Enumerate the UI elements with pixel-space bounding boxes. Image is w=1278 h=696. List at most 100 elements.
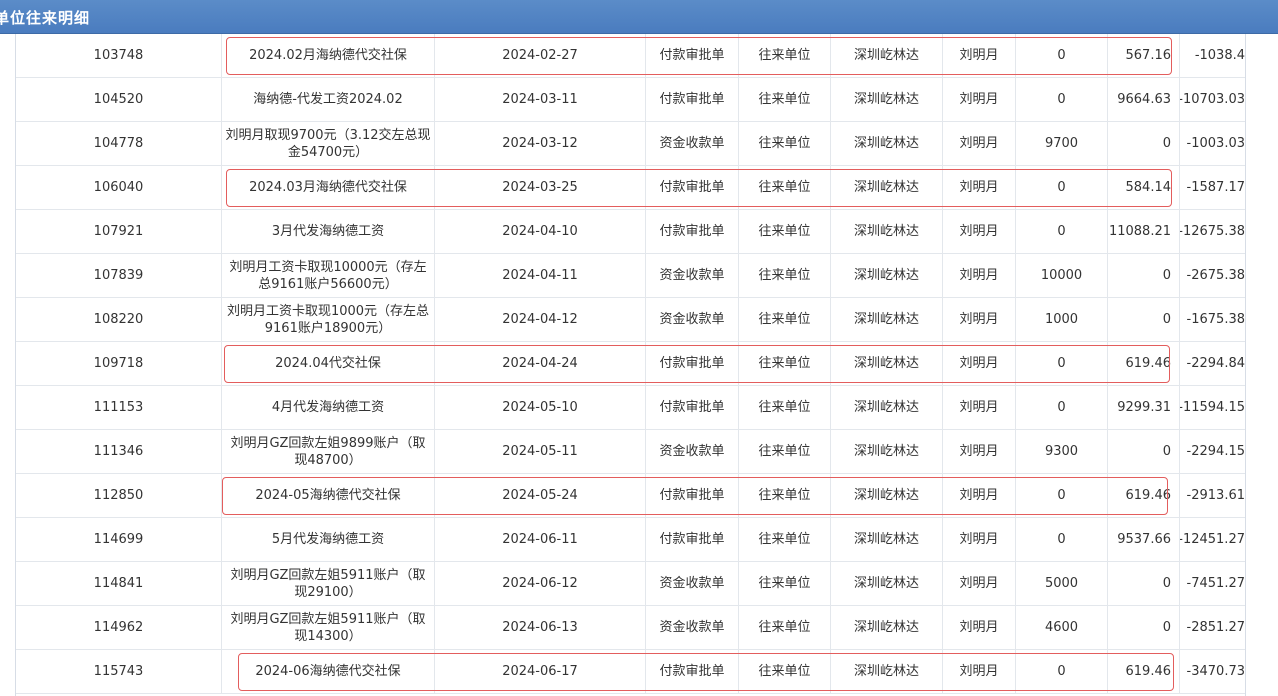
voucher-type-cell: 资金收款单: [646, 254, 739, 297]
voucher-type-cell: 资金收款单: [646, 298, 739, 341]
income-cell: 0: [1016, 78, 1108, 121]
category-cell: 往来单位: [739, 254, 831, 297]
date-cell: 2024-05-10: [435, 386, 646, 429]
category-cell: 往来单位: [739, 562, 831, 605]
table-row[interactable]: 108220 刘明月工资卡取现1000元（存左总9161账户18900元） 2024…: [16, 298, 1245, 342]
table-row[interactable]: 114841 刘明月GZ回款左姐5911账户（取现29100） 2024-06-12…: [16, 562, 1245, 606]
balance-cell: -10703.03: [1180, 92, 1245, 107]
category-cell: 往来单位: [739, 430, 831, 473]
person-cell: 刘明月: [943, 562, 1016, 605]
person-cell: 刘明月: [943, 430, 1016, 473]
description-cell: 刘明月GZ回款左姐5911账户（取现14300）: [222, 606, 435, 649]
description-cell: 刘明月工资卡取现10000元（存左总9161账户56600元）: [222, 254, 435, 297]
date-cell: 2024-06-13: [435, 606, 646, 649]
table-row[interactable]: 111346 刘明月GZ回款左姐9899账户（取现48700） 2024-05-11…: [16, 430, 1245, 474]
expense-cell: 0: [1108, 122, 1180, 165]
table-row[interactable]: 107921 3月代发海纳德工资 2024-04-10 付款审批单 往来单位 深圳屹林达刘…: [16, 210, 1245, 254]
person-cell: 刘明月: [943, 386, 1016, 429]
highlight-box: [238, 653, 1174, 691]
date-cell: 2024-04-11: [435, 254, 646, 297]
voucher-type-cell: 付款审批单: [646, 386, 739, 429]
highlight-box: [226, 169, 1172, 207]
expense-cell: 0: [1108, 430, 1180, 473]
balance-cell: -1675.38: [1186, 312, 1245, 327]
expense-cell: 0: [1108, 254, 1180, 297]
id-cell: 103748: [16, 34, 222, 77]
table-row[interactable]: 114699 5月代发海纳德工资 2024-06-11 付款审批单 往来单位 深圳屹林达刘…: [16, 518, 1245, 562]
id-cell: 107839: [16, 254, 222, 297]
table-row[interactable]: 104520 海纳德-代发工资2024.02 2024-03-11 付款审批单 往来单位…: [16, 78, 1245, 122]
description-cell: 刘明月取现9700元（3.12交左总现金54700元）: [222, 122, 435, 165]
highlight-box: [224, 345, 1170, 383]
description-cell: 刘明月工资卡取现1000元（存左总9161账户18900元）: [222, 298, 435, 341]
table-right-border: [1245, 34, 1246, 696]
id-cell: 104778: [16, 122, 222, 165]
company-cell: 深圳屹林达: [831, 562, 943, 605]
balance-cell: -2851.27: [1186, 620, 1245, 635]
category-cell: 往来单位: [739, 122, 831, 165]
balance-cell: -11594.15: [1180, 400, 1245, 415]
income-cell: 4600: [1016, 606, 1108, 649]
date-cell: 2024-03-12: [435, 122, 646, 165]
voucher-type-cell: 资金收款单: [646, 122, 739, 165]
income-cell: 9300: [1016, 430, 1108, 473]
category-cell: 往来单位: [739, 298, 831, 341]
id-cell: 111153: [16, 386, 222, 429]
id-cell: 104520: [16, 78, 222, 121]
date-cell: 2024-04-10: [435, 210, 646, 253]
expense-cell: 0: [1108, 562, 1180, 605]
table-row[interactable]: 114962 刘明月GZ回款左姐5911账户（取现14300） 2024-06-13…: [16, 606, 1245, 650]
company-cell: 深圳屹林达: [831, 518, 943, 561]
date-cell: 2024-06-12: [435, 562, 646, 605]
category-cell: 往来单位: [739, 78, 831, 121]
person-cell: 刘明月: [943, 78, 1016, 121]
description-cell: 刘明月GZ回款左姐5911账户（取现29100）: [222, 562, 435, 605]
id-cell: 114841: [16, 562, 222, 605]
balance-cell: -2294.15: [1186, 444, 1245, 459]
person-cell: 刘明月: [943, 606, 1016, 649]
balance-cell: -1587.17: [1186, 180, 1245, 195]
balance-cell: -1038.4: [1194, 48, 1245, 63]
expense-cell: 0: [1108, 606, 1180, 649]
category-cell: 往来单位: [739, 518, 831, 561]
category-cell: 往来单位: [739, 606, 831, 649]
description-cell: 3月代发海纳德工资: [222, 210, 435, 253]
person-cell: 刘明月: [943, 298, 1016, 341]
table-row[interactable]: 111153 4月代发海纳德工资 2024-05-10 付款审批单 往来单位 深圳屹林达刘…: [16, 386, 1245, 430]
date-cell: 2024-06-11: [435, 518, 646, 561]
company-cell: 深圳屹林达: [831, 122, 943, 165]
table-row[interactable]: 107839 刘明月工资卡取现10000元（存左总9161账户56600元） 202…: [16, 254, 1245, 298]
highlight-box: [226, 37, 1172, 75]
person-cell: 刘明月: [943, 254, 1016, 297]
balance-cell: -7451.27: [1186, 576, 1245, 591]
voucher-type-cell: 资金收款单: [646, 430, 739, 473]
ledger-table: 103748 2024.02月海纳德代交社保 2024-02-27 付款审批单 往来单位…: [0, 34, 1278, 696]
expense-cell: 11088.21: [1108, 210, 1180, 253]
voucher-type-cell: 付款审批单: [646, 210, 739, 253]
balance-cell: -3470.73: [1186, 664, 1245, 679]
date-cell: 2024-05-11: [435, 430, 646, 473]
income-cell: 0: [1016, 518, 1108, 561]
expense-cell: 9299.31: [1108, 386, 1180, 429]
balance-cell: -12451.27: [1180, 532, 1245, 547]
company-cell: 深圳屹林达: [831, 386, 943, 429]
date-cell: 2024-03-11: [435, 78, 646, 121]
description-cell: 4月代发海纳德工资: [222, 386, 435, 429]
voucher-type-cell: 付款审批单: [646, 78, 739, 121]
company-cell: 深圳屹林达: [831, 210, 943, 253]
income-cell: 10000: [1016, 254, 1108, 297]
table-row[interactable]: 104778 刘明月取现9700元（3.12交左总现金54700元） 2024-03…: [16, 122, 1245, 166]
id-cell: 114962: [16, 606, 222, 649]
person-cell: 刘明月: [943, 518, 1016, 561]
income-cell: 9700: [1016, 122, 1108, 165]
voucher-type-cell: 资金收款单: [646, 562, 739, 605]
id-cell: 107921: [16, 210, 222, 253]
description-cell: 海纳德-代发工资2024.02: [222, 78, 435, 121]
income-cell: 0: [1016, 210, 1108, 253]
id-cell: 108220: [16, 298, 222, 341]
income-cell: 0: [1016, 386, 1108, 429]
page-title: 单位往来明细: [0, 9, 91, 27]
id-cell: 111346: [16, 430, 222, 473]
highlight-box: [222, 477, 1168, 515]
description-cell: 5月代发海纳德工资: [222, 518, 435, 561]
